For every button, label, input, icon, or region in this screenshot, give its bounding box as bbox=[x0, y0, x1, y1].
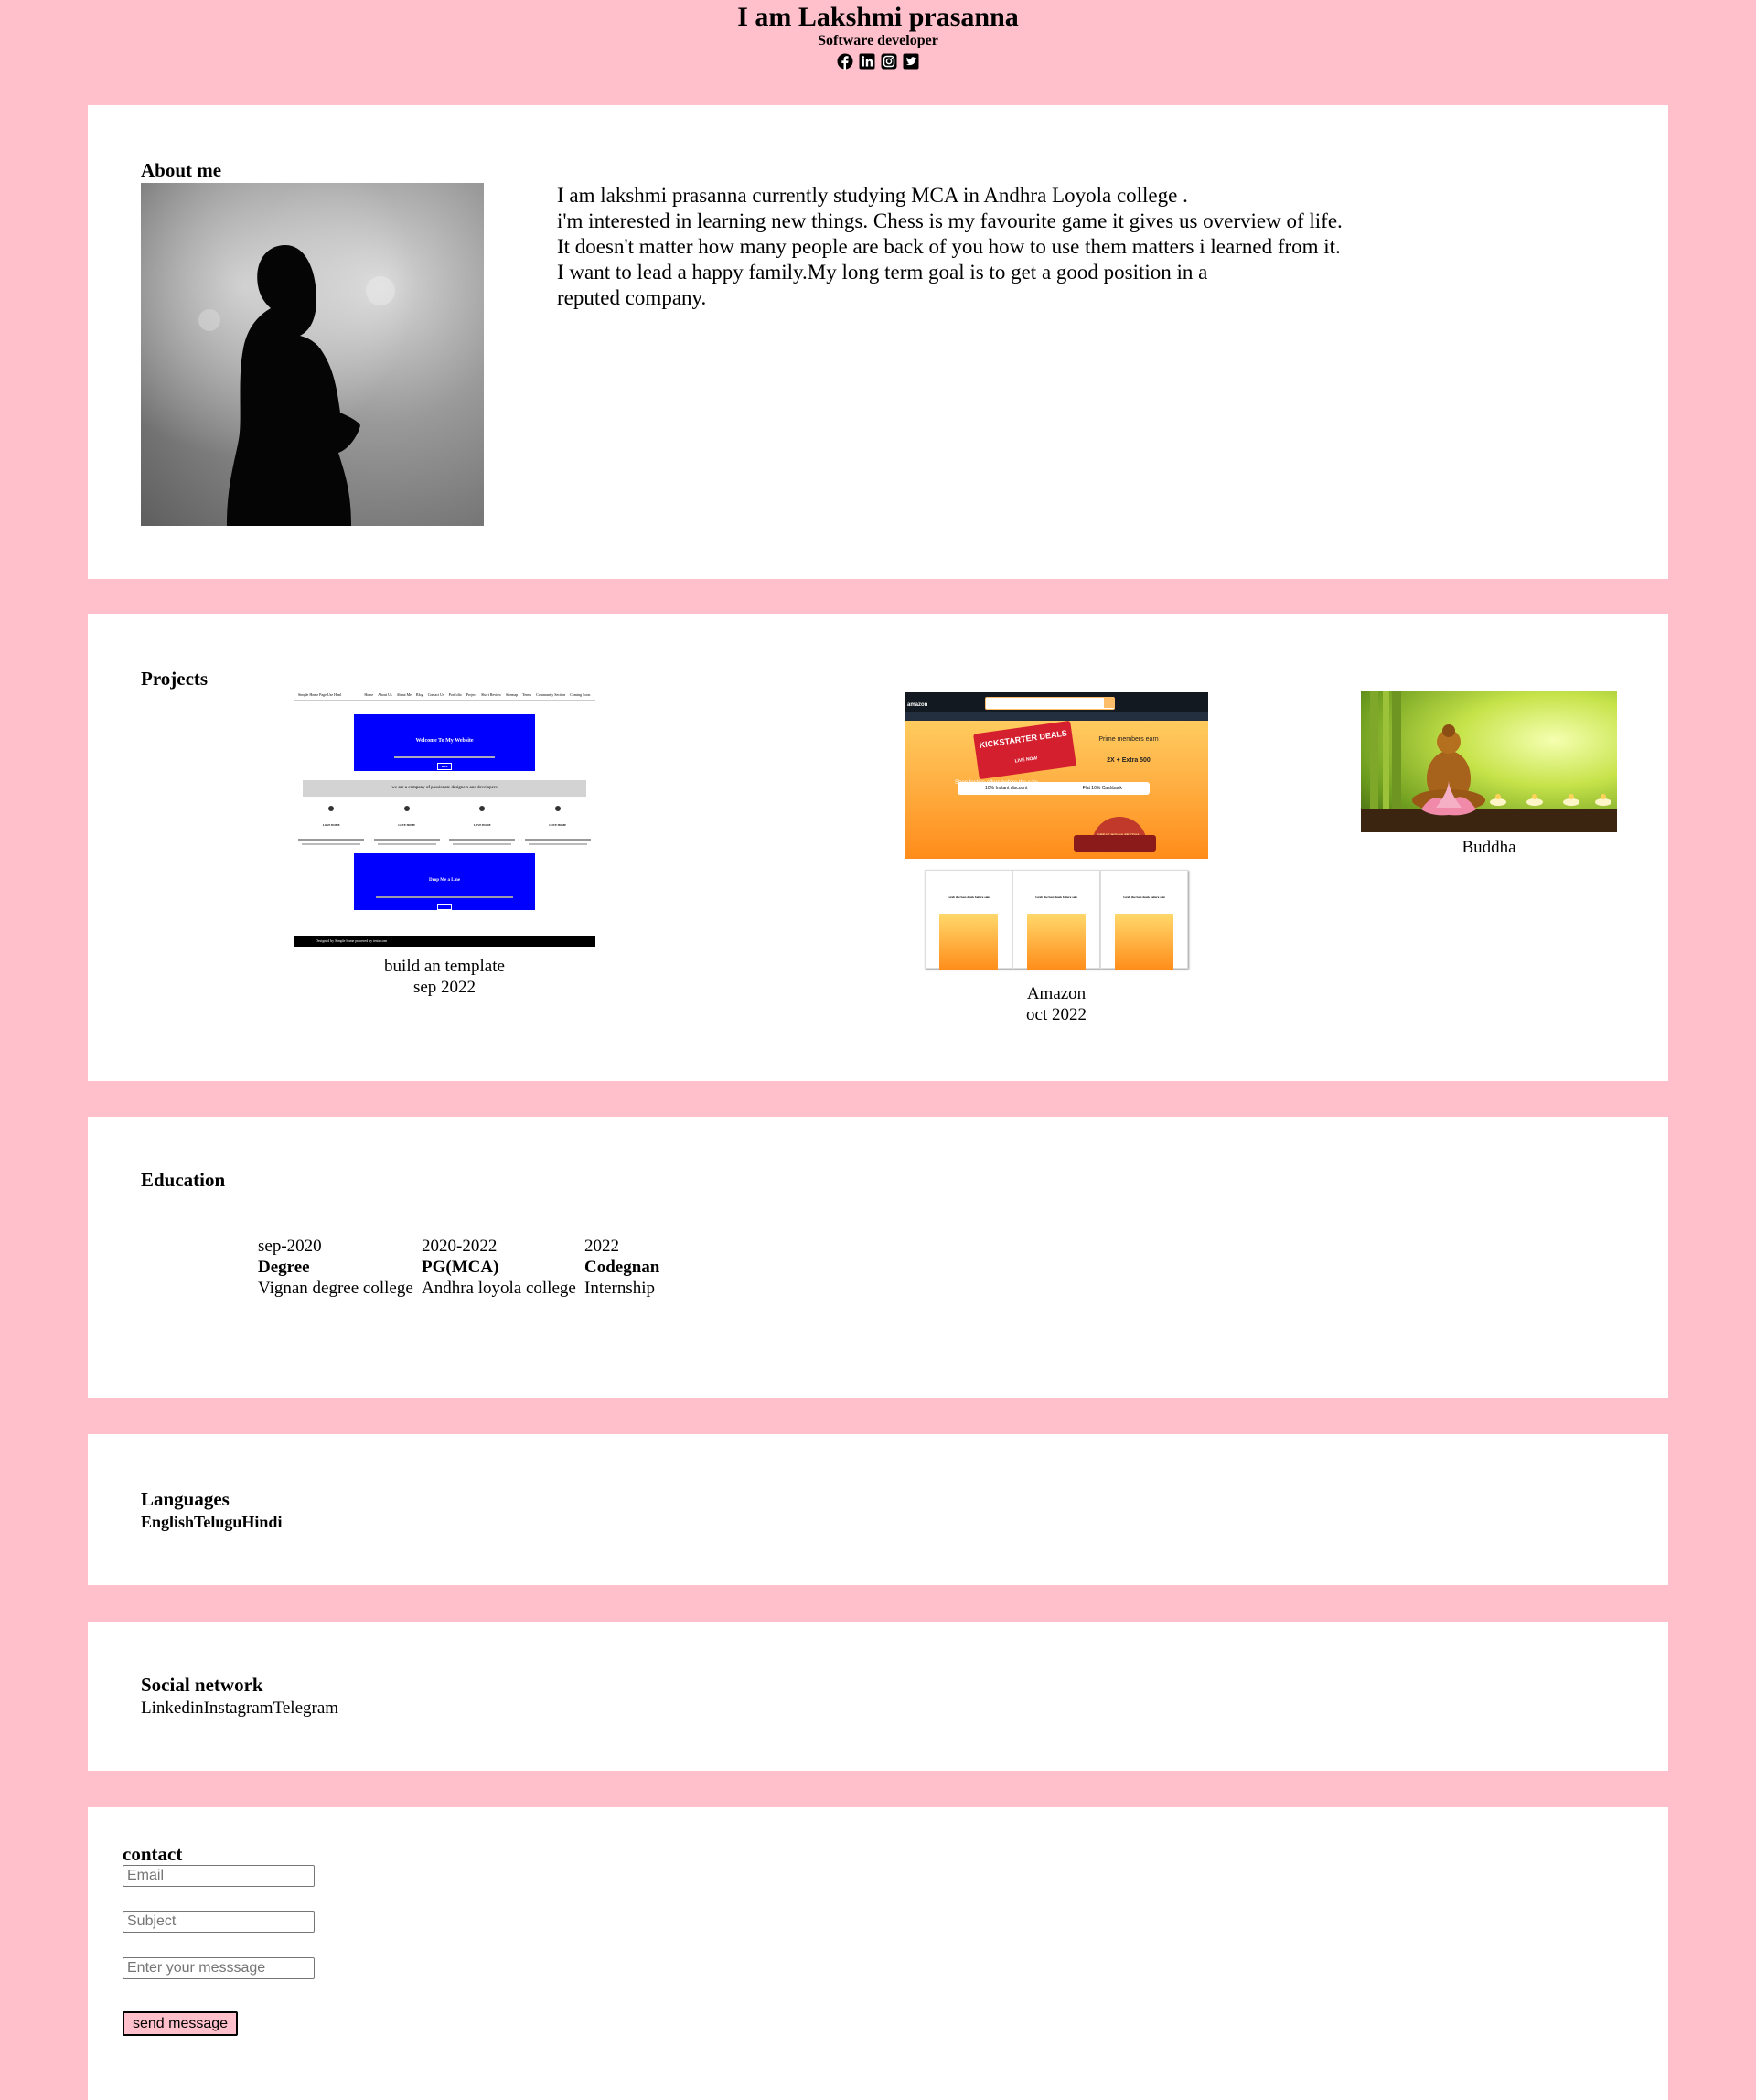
header-social-icons bbox=[0, 53, 1756, 70]
template-feature-label: LOVE HOME bbox=[322, 823, 340, 827]
amazon-card-title: Grab the best deals before sale bbox=[1035, 895, 1077, 899]
project-name: build an template bbox=[384, 957, 505, 976]
social-link-instagram[interactable]: Instagram bbox=[204, 1698, 273, 1719]
education-degree: Codegnan bbox=[584, 1258, 660, 1277]
template-footer-note: Designed by Simple home powered by tests… bbox=[294, 936, 595, 947]
template-feature-label: LOVE HOME bbox=[473, 823, 491, 827]
subject-field[interactable] bbox=[123, 1911, 315, 1933]
send-message-button[interactable]: send message bbox=[123, 2011, 239, 2036]
template-feature-label: LOVE HOME bbox=[398, 823, 416, 827]
project-name: Amazon bbox=[1026, 984, 1087, 1003]
template-nav-link: About Me bbox=[396, 692, 412, 697]
about-line: I want to lead a happy family.My long te… bbox=[557, 261, 1208, 284]
page-subtitle: Software developer bbox=[818, 33, 938, 48]
social-link-telegram[interactable]: Telegram bbox=[273, 1698, 338, 1719]
twitter-icon[interactable] bbox=[903, 53, 919, 70]
email-field[interactable] bbox=[123, 1865, 315, 1887]
template-nav-link: Sitemap bbox=[506, 692, 519, 697]
languages-heading: Languages bbox=[141, 1488, 230, 1510]
education-year: sep-2020 bbox=[258, 1237, 322, 1256]
projects-heading: Projects bbox=[141, 668, 209, 690]
template-nav-link: Contact Us bbox=[427, 692, 444, 697]
template-nav-link: Home bbox=[364, 692, 374, 697]
education-year: 2020-2022 bbox=[422, 1237, 498, 1256]
about-line: It doesn't matter how many people are ba… bbox=[557, 235, 1341, 258]
buddha-image bbox=[1361, 691, 1617, 832]
template-nav-brand: Simple Home Page Use Html bbox=[298, 692, 342, 697]
project-card-buddha[interactable]: Buddha bbox=[1361, 691, 1617, 858]
education-institution: Internship bbox=[584, 1279, 656, 1298]
template-footer-title: Drop Me a Line bbox=[429, 878, 460, 883]
page-header: I am Lakshmi prasanna Software developer bbox=[0, 0, 1756, 107]
project-card-amazon[interactable]: amazon KICKSTARTER DEALS LIVE NOW Prime … bbox=[905, 692, 1208, 1025]
instagram-icon[interactable] bbox=[881, 53, 897, 70]
project-date: oct 2022 bbox=[1026, 1005, 1087, 1024]
facebook-icon[interactable] bbox=[837, 53, 853, 70]
amazon-card-strip: Grab the best deals before sale Grab the… bbox=[905, 870, 1208, 970]
education-degree: Degree bbox=[258, 1258, 310, 1277]
template-hero-title: Welcome To My Website bbox=[415, 738, 474, 744]
education-heading: Education bbox=[141, 1169, 226, 1191]
project-card-template[interactable]: Simple Home Page Use Html Home About Us … bbox=[294, 691, 595, 998]
education-entry: 2020-2022 PG(MCA) Andhra loyola college bbox=[422, 1236, 576, 1299]
template-feature-label: LOVE HOME bbox=[549, 823, 567, 827]
education-section: Education sep-2020 Degree Vignan degree … bbox=[88, 1117, 1668, 1398]
amazon-cashback: Flat 10% Cashback bbox=[1082, 785, 1122, 791]
contact-section: contact send message bbox=[88, 1807, 1668, 2100]
amazon-card: Grab the best deals before sale bbox=[1012, 870, 1100, 970]
social-list: Linkedin Instagram Telegram bbox=[141, 1698, 338, 1719]
template-nav-link: Terms bbox=[522, 692, 532, 697]
message-field[interactable] bbox=[123, 1957, 315, 1979]
amazon-card-title: Grab the best deals before sale bbox=[1123, 895, 1165, 899]
template-nav-link: About Us bbox=[378, 692, 392, 697]
template-nav-link: Coming Soon bbox=[570, 692, 591, 697]
project-screenshot-amazon: amazon KICKSTARTER DEALS LIVE NOW Prime … bbox=[905, 692, 1208, 859]
amazon-card-title: Grab the best deals before sale bbox=[948, 895, 990, 899]
education-year: 2022 bbox=[584, 1237, 619, 1256]
linkedin-icon[interactable] bbox=[859, 53, 875, 70]
social-heading: Social network bbox=[141, 1674, 263, 1696]
amazon-prime-line: Prime members earn bbox=[1098, 736, 1159, 743]
about-line: i'm interested in learning new things. C… bbox=[557, 209, 1343, 232]
education-institution: Vignan degree college bbox=[258, 1279, 413, 1298]
about-heading: About me bbox=[141, 159, 222, 181]
page-title: I am Lakshmi prasanna bbox=[737, 2, 1019, 32]
template-nav-link: Community Section bbox=[536, 692, 566, 697]
amazon-bank-offer: 10% Instant discount bbox=[985, 785, 1028, 791]
amazon-prime-offer: 2X + Extra 500 bbox=[1107, 757, 1151, 764]
project-date: sep 2022 bbox=[412, 978, 476, 997]
languages-section: Languages English Telugu Hindi bbox=[88, 1434, 1668, 1585]
contact-heading: contact bbox=[123, 1843, 183, 1865]
education-institution: Andhra loyola college bbox=[422, 1279, 576, 1298]
education-degree: PG(MCA) bbox=[422, 1258, 499, 1277]
project-screenshot-template: Simple Home Page Use Html Home About Us … bbox=[294, 691, 595, 947]
amazon-card: Grab the best deals before sale bbox=[1100, 870, 1188, 970]
social-section: Social network Linkedin Instagram Telegr… bbox=[88, 1622, 1668, 1771]
about-text: I am lakshmi prasanna currently studying… bbox=[557, 183, 1343, 311]
language-item: Telugu bbox=[194, 1513, 242, 1531]
template-hero-button: more bbox=[437, 763, 452, 770]
about-section: About me I am lakshmi prasanna currently… bbox=[88, 105, 1668, 579]
language-item: Hindi bbox=[241, 1513, 283, 1531]
template-nav-link: Portfolio bbox=[448, 692, 462, 697]
about-line: I am lakshmi prasanna currently studying… bbox=[557, 184, 1188, 207]
profile-photo bbox=[141, 183, 484, 526]
social-link-linkedin[interactable]: Linkedin bbox=[141, 1698, 204, 1719]
amazon-card: Grab the best deals before sale bbox=[925, 870, 1012, 970]
template-nav-link: Project bbox=[466, 692, 477, 697]
template-tagline: we are a company of passionate designers… bbox=[303, 780, 586, 797]
education-entry: 2022 Codegnan Internship bbox=[584, 1236, 659, 1299]
languages-list: English Telugu Hindi bbox=[141, 1513, 282, 1532]
language-item: English bbox=[141, 1513, 195, 1531]
education-entry: sep-2020 Degree Vignan degree college bbox=[258, 1236, 413, 1299]
about-line: reputed company. bbox=[557, 286, 707, 309]
project-name: Buddha bbox=[1462, 838, 1516, 857]
projects-section: Projects Simple Home Page Use Html Home … bbox=[88, 614, 1668, 1081]
template-nav-link: Blog bbox=[415, 692, 423, 697]
template-nav-link: Short Review bbox=[481, 692, 502, 697]
